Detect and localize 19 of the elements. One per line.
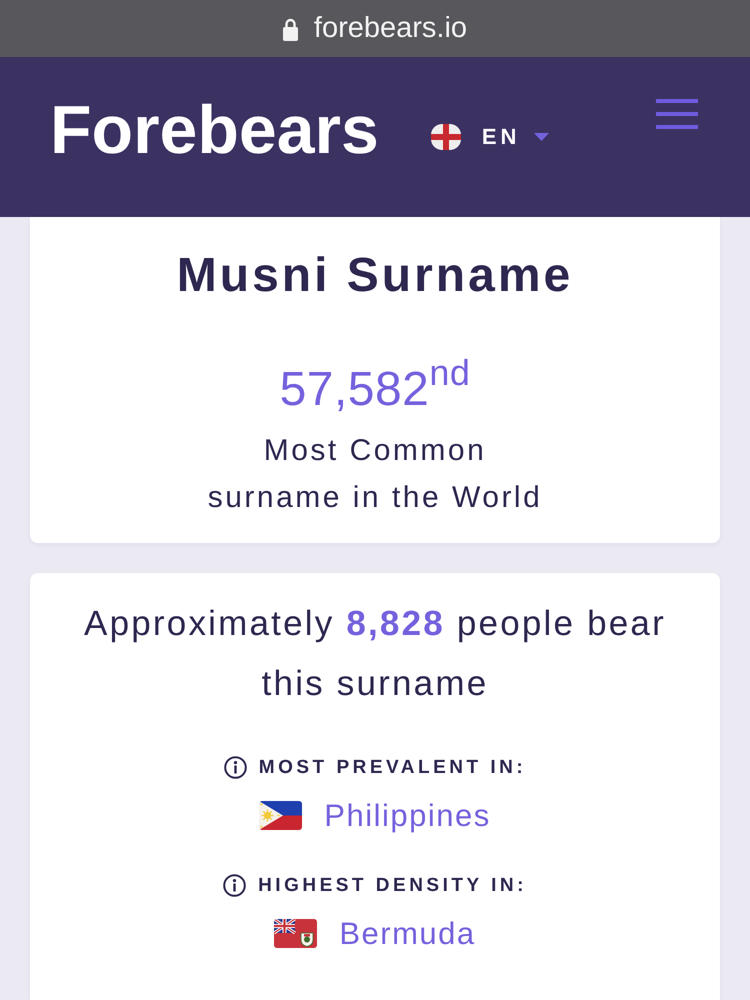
rank-caption: Most Common	[262, 432, 488, 469]
fact-label: MOST PREVALENT IN:	[258, 756, 526, 780]
info-icon[interactable]	[224, 756, 247, 780]
site-logo[interactable]: Forebears	[50, 96, 379, 164]
surname-title: Musni Surname	[176, 248, 574, 304]
menu-icon	[656, 99, 698, 129]
flag-icon	[259, 801, 302, 830]
info-icon[interactable]	[223, 874, 246, 898]
flag-icon	[274, 919, 318, 948]
population-summary: Approximately 8,828 people bear this surname	[83, 602, 667, 705]
country-link[interactable]: Bermuda	[339, 916, 476, 952]
caret-icon	[534, 133, 550, 141]
lock-icon	[282, 16, 298, 40]
language-selector[interactable]: EN	[430, 124, 550, 150]
country-link[interactable]: Philippines	[324, 798, 491, 834]
url-text[interactable]: forebears.io	[314, 14, 468, 43]
rank-caption: surname in the World	[206, 480, 544, 516]
fact-label: HIGHEST DENSITY IN:	[258, 874, 527, 898]
flag-icon	[430, 124, 461, 150]
